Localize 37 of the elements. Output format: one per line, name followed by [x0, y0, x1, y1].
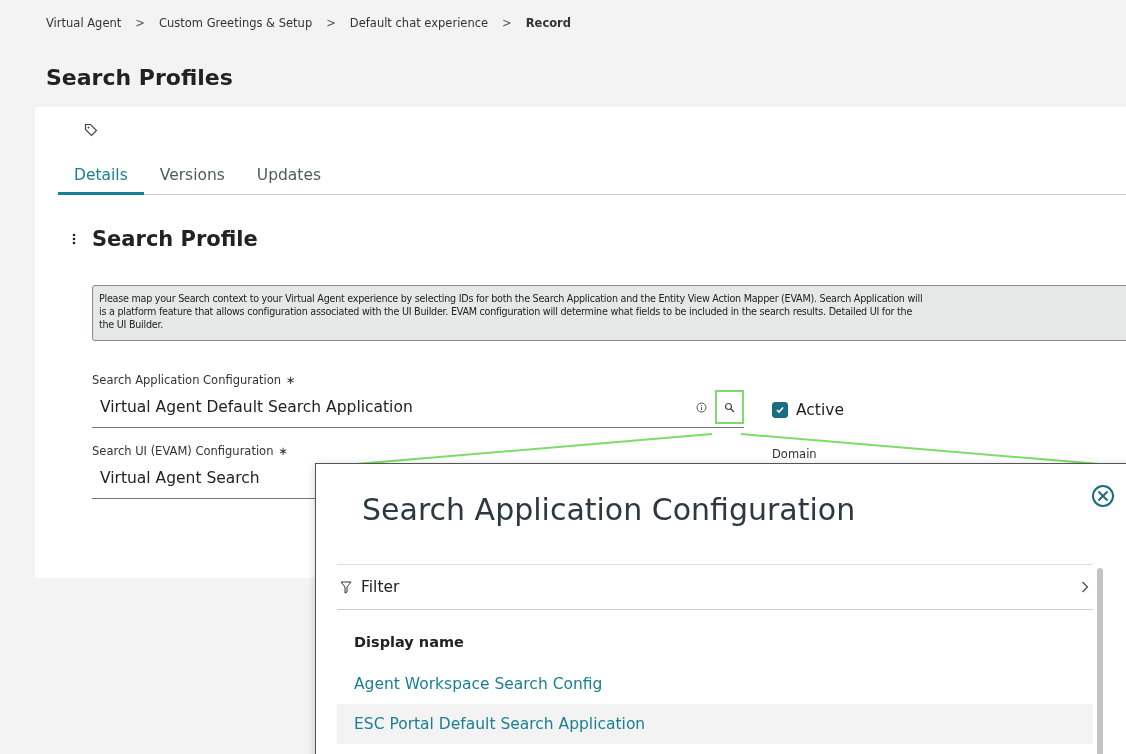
close-icon[interactable]: [1091, 484, 1115, 508]
required-icon: ∗: [278, 444, 289, 458]
search-icon: [724, 401, 735, 413]
scrollbar[interactable]: [1097, 568, 1103, 754]
breadcrumb-separator: >: [502, 16, 512, 30]
tab[interactable]: Versions: [143, 164, 241, 195]
breadcrumb-separator: >: [135, 16, 145, 30]
dialog-title: Search Application Configuration: [362, 492, 856, 527]
tab[interactable]: Details: [58, 164, 144, 195]
check-icon: [775, 405, 785, 415]
filter-icon: [340, 580, 352, 594]
page-title: Search Profiles: [45, 64, 234, 92]
column-header: Display name: [353, 633, 465, 652]
tag-icon[interactable]: [84, 123, 98, 137]
record-link[interactable]: Agent Workspace Search Config: [337, 664, 1093, 704]
record-link[interactable]: ESC Portal Default Search Application: [337, 704, 1093, 744]
input-field[interactable]: Virtual Agent Default Search Application: [92, 387, 744, 428]
section-title: Search Profile: [92, 227, 258, 251]
required-icon: ∗: [286, 373, 296, 387]
breadcrumb-link[interactable]: Default chat experience: [349, 16, 489, 30]
checkbox-label: Active: [796, 401, 844, 419]
breadcrumb-link[interactable]: Custom Greetings & Setup: [158, 16, 313, 30]
info-text: the UI Builder.: [99, 318, 165, 331]
chevron-icon: [1081, 581, 1089, 593]
breadcrumb-link[interactable]: Virtual Agent: [46, 16, 122, 30]
info-text: is a platform feature that allows configuration associated with the UI Builder. EVAM configuration will determine what fields to be included in the search results. Detailed UI for the: [99, 305, 914, 318]
info-text: Please map your Search context to your Virtual Agent experience by selecting IDs for both the Search Application and the Entity View Action Mapper (EVAM). Search Application will: [99, 292, 924, 305]
filter-bar[interactable]: Filter: [337, 564, 1093, 610]
info-icon[interactable]: [696, 401, 707, 413]
field-label: Domain: [772, 447, 817, 461]
field-label: Search Application Configuration: [92, 373, 282, 387]
checkbox[interactable]: [772, 402, 788, 418]
field-label: Search UI (EVAM) Configuration: [92, 444, 274, 458]
tab[interactable]: Updates: [240, 164, 338, 195]
more-icon[interactable]: [72, 233, 76, 245]
breadcrumb-separator: >: [326, 16, 336, 30]
search-button[interactable]: [715, 390, 744, 424]
